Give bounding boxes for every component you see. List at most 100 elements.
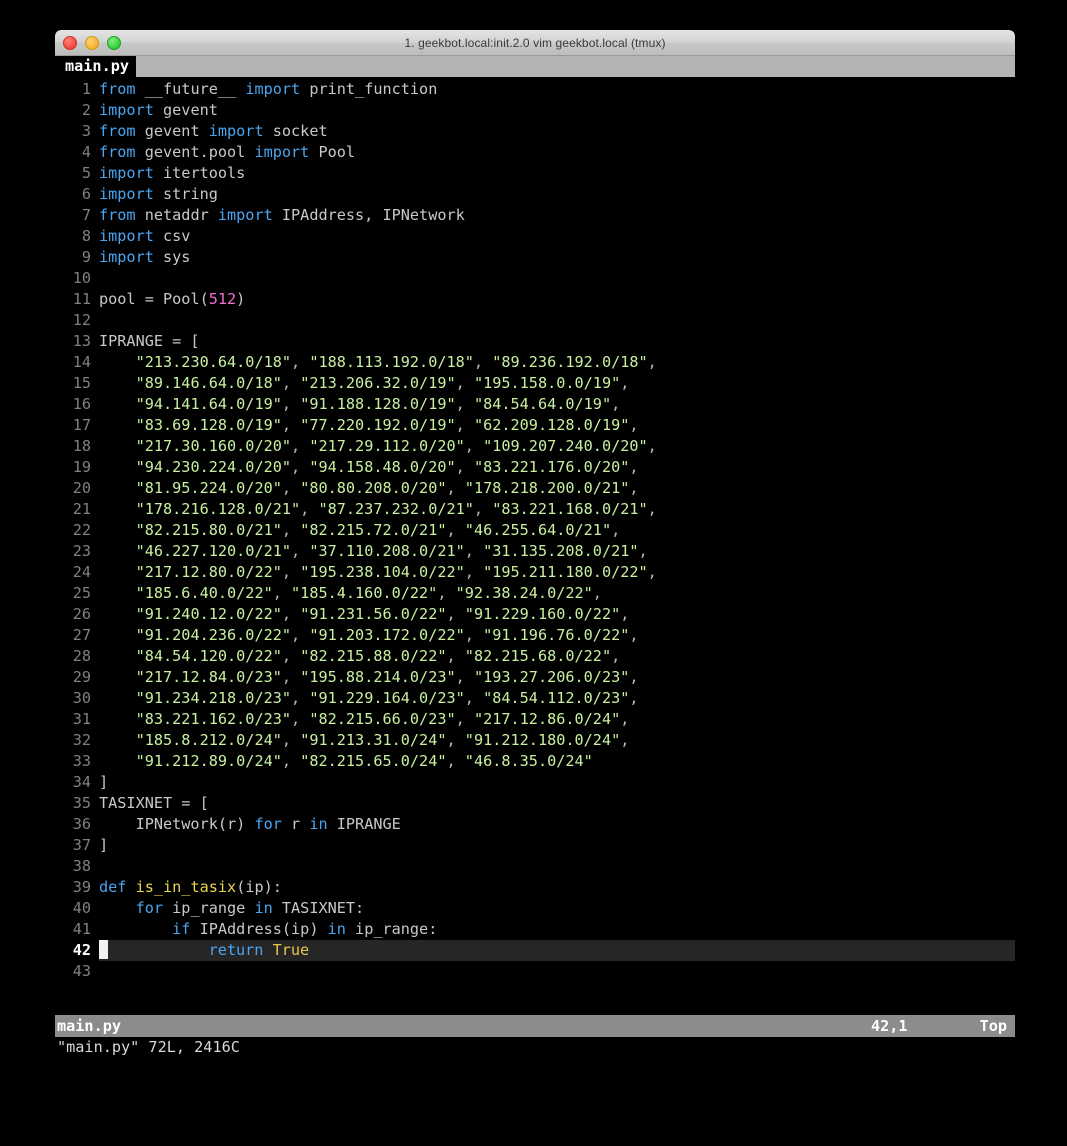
line-content[interactable]: "94.230.224.0/20", "94.158.48.0/20", "83… (99, 457, 639, 478)
line-content[interactable]: "82.215.80.0/21", "82.215.72.0/21", "46.… (99, 520, 621, 541)
buffer-line[interactable]: 26 "91.240.12.0/22", "91.231.56.0/22", "… (55, 604, 1015, 625)
buffer-line[interactable]: 34] (55, 772, 1015, 793)
buffer-line[interactable]: 21 "178.216.128.0/21", "87.237.232.0/21"… (55, 499, 1015, 520)
line-number: 12 (72, 311, 91, 329)
line-content[interactable]: "83.69.128.0/19", "77.220.192.0/19", "62… (99, 415, 639, 436)
buffer-line[interactable]: 36 IPNetwork(r) for r in IPRANGE (55, 814, 1015, 835)
line-content[interactable]: from netaddr import IPAddress, IPNetwork (99, 205, 465, 226)
token-str: "84.54.64.0/19" (473, 395, 612, 413)
buffer-line[interactable]: 37] (55, 835, 1015, 856)
minimize-button[interactable] (85, 35, 99, 50)
line-content[interactable]: return True (99, 940, 309, 961)
buffer-line[interactable]: 38 (55, 856, 1015, 877)
line-content[interactable]: from __future__ import print_function (99, 79, 437, 100)
vim-buffer[interactable]: 1 from __future__ import print_function 2 i… (55, 77, 1015, 982)
line-content[interactable]: "91.204.236.0/22", "91.203.172.0/22", "9… (99, 625, 639, 646)
buffer-line[interactable]: 30 "91.234.218.0/23", "91.229.164.0/23",… (55, 688, 1015, 709)
token-punc: , (281, 479, 301, 497)
line-content[interactable]: "91.212.89.0/24", "82.215.65.0/24", "46.… (99, 751, 593, 772)
line-content[interactable]: "91.234.218.0/23", "91.229.164.0/23", "8… (99, 688, 639, 709)
terminal-body[interactable]: main.py 1 from __future__ import print_fu… (55, 56, 1015, 1076)
buffer-line[interactable]: 41 if IPAddress(ip) in ip_range: (55, 919, 1015, 940)
buffer-line[interactable]: 2 import gevent (55, 100, 1015, 121)
buffer-line[interactable]: 9 import sys (55, 247, 1015, 268)
line-content[interactable]: "217.30.160.0/20", "217.29.112.0/20", "1… (99, 436, 657, 457)
line-content[interactable]: IPNetwork(r) for r in IPRANGE (99, 814, 401, 835)
line-content[interactable]: "89.146.64.0/18", "213.206.32.0/19", "19… (99, 373, 630, 394)
buffer-line[interactable]: 27 "91.204.236.0/22", "91.203.172.0/22",… (55, 625, 1015, 646)
buffer-line[interactable]: 6 import string (55, 184, 1015, 205)
close-button[interactable] (63, 35, 77, 50)
buffer-line[interactable]: 40 for ip_range in TASIXNET: (55, 898, 1015, 919)
line-content[interactable]: from gevent.pool import Pool (99, 142, 355, 163)
terminal-window[interactable]: 1. geekbot.local:init.2.0 vim geekbot.lo… (55, 30, 1015, 1076)
buffer-line[interactable]: 42 return True (55, 940, 1015, 961)
line-content[interactable]: ] (99, 835, 108, 856)
line-content[interactable]: "83.221.162.0/23", "82.215.66.0/23", "21… (99, 709, 630, 730)
buffer-line[interactable]: 3 from gevent import socket (55, 121, 1015, 142)
buffer-line[interactable]: 29 "217.12.84.0/23", "195.88.214.0/23", … (55, 667, 1015, 688)
line-content[interactable]: from gevent import socket (99, 121, 328, 142)
buffer-line[interactable]: 15 "89.146.64.0/18", "213.206.32.0/19", … (55, 373, 1015, 394)
buffer-line[interactable]: 18 "217.30.160.0/20", "217.29.112.0/20",… (55, 436, 1015, 457)
buffer-line[interactable]: 1 from __future__ import print_function (55, 79, 1015, 100)
line-content[interactable]: IPRANGE = [ (99, 331, 200, 352)
line-content[interactable]: "84.54.120.0/22", "82.215.88.0/22", "82.… (99, 646, 621, 667)
line-content[interactable]: import sys (99, 247, 190, 268)
buffer-line[interactable]: 16 "94.141.64.0/19", "91.188.128.0/19", … (55, 394, 1015, 415)
line-content[interactable]: import string (99, 184, 218, 205)
vim-tabline[interactable]: main.py (55, 56, 1015, 77)
line-content[interactable]: "91.240.12.0/22", "91.231.56.0/22", "91.… (99, 604, 630, 625)
buffer-line[interactable]: 19 "94.230.224.0/20", "94.158.48.0/20", … (55, 457, 1015, 478)
buffer-line[interactable]: 24 "217.12.80.0/22", "195.238.104.0/22",… (55, 562, 1015, 583)
line-content[interactable]: "178.216.128.0/21", "87.237.232.0/21", "… (99, 499, 657, 520)
line-content[interactable]: "94.141.64.0/19", "91.188.128.0/19", "84… (99, 394, 621, 415)
buffer-line[interactable]: 20 "81.95.224.0/20", "80.80.208.0/20", "… (55, 478, 1015, 499)
buffer-line[interactable]: 10 (55, 268, 1015, 289)
token-id (99, 710, 136, 728)
window-titlebar[interactable]: 1. geekbot.local:init.2.0 vim geekbot.lo… (55, 30, 1015, 56)
buffer-line[interactable]: 31 "83.221.162.0/23", "82.215.66.0/23", … (55, 709, 1015, 730)
buffer-line[interactable]: 5 import itertools (55, 163, 1015, 184)
line-content[interactable]: for ip_range in TASIXNET: (99, 898, 365, 919)
buffer-line[interactable]: 28 "84.54.120.0/22", "82.215.88.0/22", "… (55, 646, 1015, 667)
buffer-line[interactable]: 12 (55, 310, 1015, 331)
token-punc: , (473, 500, 493, 518)
tab-main-py[interactable]: main.py (55, 56, 137, 77)
line-content[interactable]: ] (99, 772, 108, 793)
buffer-line[interactable]: 11 pool = Pool(512) (55, 289, 1015, 310)
line-content[interactable]: import itertools (99, 163, 245, 184)
line-content[interactable]: "81.95.224.0/20", "80.80.208.0/20", "178… (99, 478, 639, 499)
buffer-line[interactable]: 13 IPRANGE = [ (55, 331, 1015, 352)
buffer-line[interactable]: 7 from netaddr import IPAddress, IPNetwor… (55, 205, 1015, 226)
buffer-line[interactable]: 14 "213.230.64.0/18", "188.113.192.0/18"… (55, 352, 1015, 373)
token-str: "82.215.72.0/21" (300, 521, 447, 539)
line-content[interactable]: "185.6.40.0/22", "185.4.160.0/22", "92.3… (99, 583, 602, 604)
token-kw: in (327, 920, 346, 938)
buffer-line[interactable]: 4 from gevent.pool import Pool (55, 142, 1015, 163)
buffer-line[interactable]: 33 "91.212.89.0/24", "82.215.65.0/24", "… (55, 751, 1015, 772)
line-content[interactable]: "213.230.64.0/18", "188.113.192.0/18", "… (99, 352, 657, 373)
buffer-line[interactable]: 22 "82.215.80.0/21", "82.215.72.0/21", "… (55, 520, 1015, 541)
buffer-line[interactable]: 35 TASIXNET = [ (55, 793, 1015, 814)
line-content[interactable]: import gevent (99, 100, 218, 121)
line-content[interactable]: pool = Pool(512) (99, 289, 245, 310)
line-content[interactable]: def is_in_tasix(ip): (99, 877, 282, 898)
line-content[interactable]: "217.12.84.0/23", "195.88.214.0/23", "19… (99, 667, 639, 688)
buffer-line[interactable]: 32 "185.8.212.0/24", "91.213.31.0/24", "… (55, 730, 1015, 751)
vim-statusline: main.py 42,1 Top (55, 1015, 1015, 1037)
buffer-line[interactable]: 43 (55, 961, 1015, 982)
line-content[interactable]: "217.12.80.0/22", "195.238.104.0/22", "1… (99, 562, 657, 583)
zoom-button[interactable] (107, 35, 121, 50)
buffer-line[interactable]: 17 "83.69.128.0/19", "77.220.192.0/19", … (55, 415, 1015, 436)
token-str: "213.206.32.0/19" (300, 374, 456, 392)
buffer-line[interactable]: 25 "185.6.40.0/22", "185.4.160.0/22", "9… (55, 583, 1015, 604)
line-content[interactable]: if IPAddress(ip) in ip_range: (99, 919, 437, 940)
line-content[interactable]: import csv (99, 226, 190, 247)
buffer-line[interactable]: 23 "46.227.120.0/21", "37.110.208.0/21",… (55, 541, 1015, 562)
line-content[interactable]: "185.8.212.0/24", "91.213.31.0/24", "91.… (99, 730, 630, 751)
buffer-line[interactable]: 8 import csv (55, 226, 1015, 247)
line-content[interactable]: "46.227.120.0/21", "37.110.208.0/21", "3… (99, 541, 648, 562)
buffer-line[interactable]: 39 def is_in_tasix(ip): (55, 877, 1015, 898)
line-content[interactable]: TASIXNET = [ (99, 793, 209, 814)
